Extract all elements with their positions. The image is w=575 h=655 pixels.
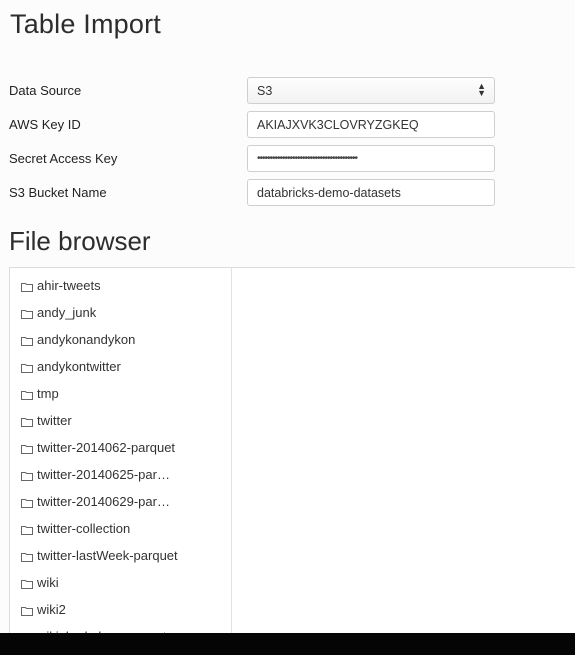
- folder-item[interactable]: twitter-20140625-par…: [21, 464, 170, 484]
- folder-icon: [21, 334, 33, 346]
- data-source-select[interactable]: S3 ▲ ▼: [247, 77, 495, 104]
- folder-icon: [21, 361, 33, 373]
- folder-icon: [21, 307, 33, 319]
- folder-item[interactable]: tmp: [21, 383, 59, 403]
- folder-icon: [21, 280, 33, 292]
- folder-label: wiki: [37, 574, 59, 590]
- s3-bucket-name-row: S3 Bucket Name databricks-demo-datasets: [9, 179, 499, 207]
- secret-access-key-label: Secret Access Key: [9, 151, 118, 166]
- select-arrows-icon: ▲ ▼: [477, 81, 486, 98]
- folder-label: twitter-20140625-par…: [37, 466, 170, 482]
- folder-icon: [21, 442, 33, 454]
- aws-key-id-input[interactable]: AKIAJXVK3CLOVRYZGKEQ: [247, 111, 495, 138]
- folder-label: ahir-tweets: [37, 277, 101, 293]
- folder-item[interactable]: ahir-tweets: [21, 275, 101, 295]
- folder-icon: [21, 388, 33, 400]
- s3-bucket-name-label: S3 Bucket Name: [9, 185, 107, 200]
- s3-bucket-name-input[interactable]: databricks-demo-datasets: [247, 179, 495, 206]
- folder-item[interactable]: twitter-collection: [21, 518, 130, 538]
- folder-item[interactable]: twitter-lastWeek-parquet: [21, 545, 178, 565]
- folder-label: twitter-lastWeek-parquet: [37, 547, 178, 563]
- data-source-value: S3: [257, 84, 273, 98]
- folder-item[interactable]: andykontwitter: [21, 356, 121, 376]
- file-browser-panel: ahir-tweets andy_junk andykonandykon andyko…: [9, 267, 575, 647]
- data-source-label: Data Source: [9, 83, 82, 98]
- folder-icon: [21, 577, 33, 589]
- folder-label: twitter-2014062-parquet: [37, 439, 176, 455]
- folder-label: tmp: [37, 385, 59, 401]
- folder-label: twitter-20140629-par…: [37, 493, 170, 509]
- folder-icon: [21, 550, 33, 562]
- folder-icon: [21, 604, 33, 616]
- folder-icon: [21, 415, 33, 427]
- folder-item[interactable]: twitter-20140629-par…: [21, 491, 170, 511]
- data-source-row: Data Source S3 ▲ ▼: [9, 77, 499, 105]
- folder-label: wiki2: [37, 601, 66, 617]
- folder-icon: [21, 496, 33, 508]
- file-browser-title: File browser: [9, 226, 151, 256]
- folder-icon: [21, 523, 33, 535]
- page-title: Table Import: [10, 9, 161, 39]
- folder-label: twitter: [37, 412, 72, 428]
- bottom-bar: [0, 633, 575, 655]
- folder-tree[interactable]: ahir-tweets andy_junk andykonandykon andyko…: [10, 268, 232, 646]
- folder-label: twitter-collection: [37, 520, 131, 536]
- folder-label: andykontwitter: [37, 358, 121, 374]
- aws-key-id-row: AWS Key ID AKIAJXVK3CLOVRYZGKEQ: [9, 111, 499, 139]
- secret-access-key-row: Secret Access Key ••••••••••••••••••••••…: [9, 145, 499, 173]
- folder-icon: [21, 469, 33, 481]
- aws-key-id-label: AWS Key ID: [9, 117, 81, 132]
- folder-item[interactable]: twitter-2014062-parquet: [21, 437, 175, 457]
- folder-label: andy_junk: [37, 304, 97, 320]
- folder-item[interactable]: andykonandykon: [21, 329, 135, 349]
- folder-item[interactable]: wiki2: [21, 599, 66, 619]
- secret-access-key-input[interactable]: ••••••••••••••••••••••••••••••••••••••••: [247, 145, 495, 172]
- folder-label: andykonandykon: [37, 331, 136, 347]
- folder-item[interactable]: twitter: [21, 410, 72, 430]
- table-import-page: Table Import Data Source S3 ▲ ▼ AWS Key I…: [0, 0, 575, 655]
- folder-item[interactable]: andy_junk: [21, 302, 96, 322]
- folder-item[interactable]: wiki: [21, 572, 59, 592]
